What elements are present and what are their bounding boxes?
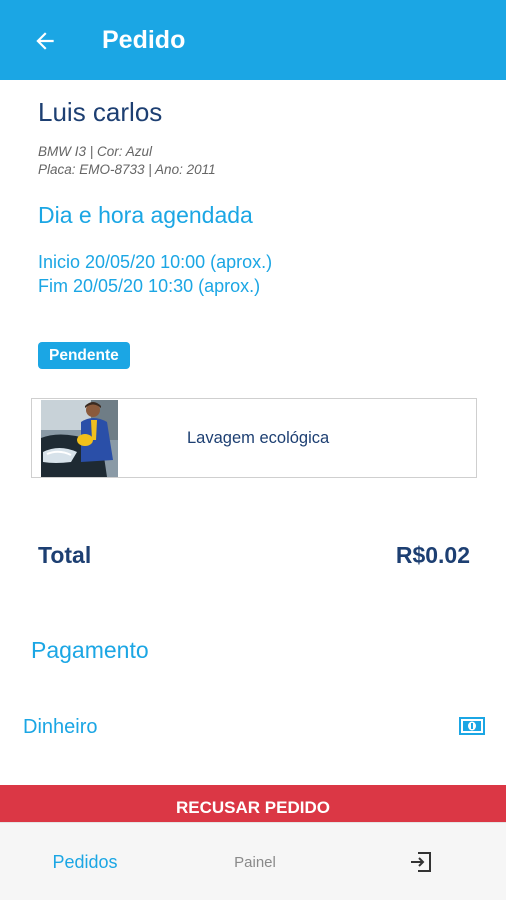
service-name: Lavagem ecológica bbox=[187, 429, 330, 447]
schedule-start: Inicio 20/05/20 10:00 (aprox.) bbox=[38, 252, 273, 272]
total-label: Total bbox=[38, 542, 92, 568]
page-title: Pedido bbox=[102, 26, 186, 54]
vehicle-info: BMW I3 | Cor: Azul bbox=[38, 144, 153, 159]
payment-method[interactable]: Dinheiro bbox=[23, 714, 97, 740]
back-button[interactable] bbox=[28, 24, 62, 58]
exit-icon bbox=[411, 852, 431, 872]
bottom-nav: Pedidos Painel bbox=[0, 822, 506, 900]
service-card[interactable]: Lavagem ecológica bbox=[31, 398, 477, 478]
reject-order-button[interactable]: RECUSAR PEDIDO bbox=[0, 785, 506, 825]
total-value: R$0.02 bbox=[395, 542, 470, 568]
status-badge: Pendente bbox=[38, 342, 130, 369]
schedule-title: Dia e hora agendada bbox=[38, 202, 253, 228]
customer-name: Luis carlos bbox=[38, 97, 163, 127]
service-thumbnail bbox=[41, 400, 118, 477]
vehicle-plate-info: Placa: EMO-8733 | Ano: 2011 bbox=[38, 162, 216, 177]
app-bar: Pedido bbox=[0, 0, 506, 80]
nav-item-pedidos[interactable]: Pedidos bbox=[30, 823, 140, 900]
nav-item-painel[interactable]: Painel bbox=[200, 823, 310, 900]
arrow-left-icon bbox=[36, 32, 54, 50]
nav-item-exit[interactable] bbox=[394, 823, 450, 900]
cash-icon bbox=[459, 716, 485, 736]
schedule-end: Fim 20/05/20 10:30 (aprox.) bbox=[38, 276, 261, 296]
payment-title: Pagamento bbox=[31, 637, 149, 663]
